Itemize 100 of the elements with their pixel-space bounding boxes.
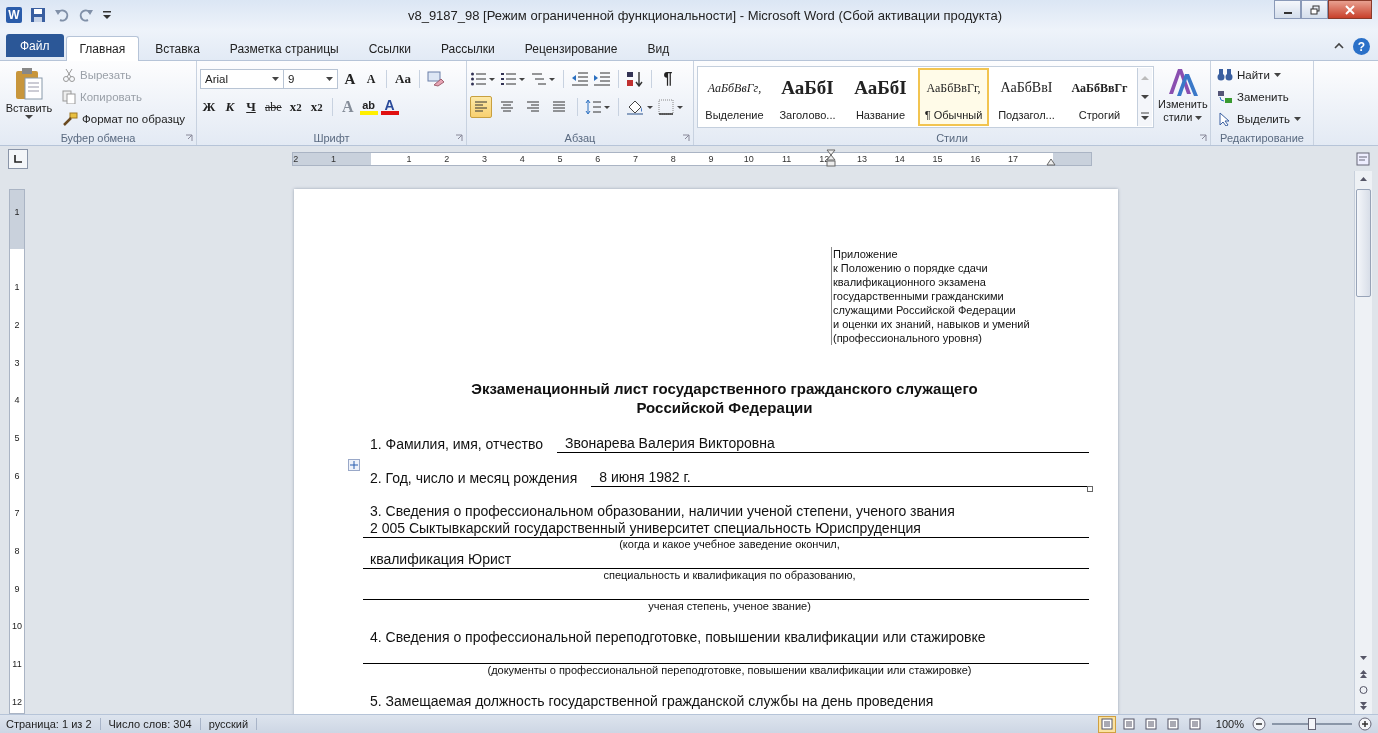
grow-font-button[interactable]: A — [341, 69, 359, 89]
format-button[interactable]: Ж — [200, 97, 218, 117]
document-title: Российской Федерации — [636, 398, 813, 417]
dialog-launcher-icon[interactable] — [1199, 134, 1207, 142]
ruler-number: 2 — [13, 318, 21, 332]
header-line: к Положению о порядке сдачи — [833, 261, 989, 275]
ribbon-tab[interactable]: Вставка — [141, 36, 214, 61]
zoom-slider-thumb[interactable] — [1308, 718, 1316, 730]
fill-in-line: квалификация Юрист — [363, 551, 1089, 569]
style-item[interactable]: АаБбІ Название — [845, 68, 916, 126]
replace-button[interactable]: Заменить — [1214, 87, 1310, 107]
ribbon-tab[interactable]: Ссылки — [354, 36, 425, 61]
style-item[interactable]: АаБбВвІ Подзагол... — [991, 68, 1062, 126]
field-label: 1. Фамилия, имя, отчество — [370, 436, 544, 453]
ribbon-tab[interactable]: Рецензирование — [510, 36, 632, 61]
ruler-number: 14 — [893, 152, 906, 165]
header-line: (профессионального уровня) — [833, 331, 983, 345]
minimize-button[interactable] — [1274, 0, 1301, 19]
align-left-button[interactable] — [470, 96, 492, 118]
style-item[interactable]: АаБбІ Заголово... — [772, 68, 843, 126]
undo-icon[interactable] — [54, 7, 70, 23]
font-color-button[interactable]: A — [380, 99, 399, 115]
ruler-number: 9 — [707, 152, 715, 165]
change-styles-button[interactable]: Изменить стили — [1158, 66, 1208, 124]
find-button[interactable]: Найти — [1214, 65, 1310, 85]
zoom-level[interactable]: 100% — [1215, 718, 1244, 730]
borders-icon[interactable] — [658, 99, 684, 115]
caret-icon — [272, 77, 279, 81]
ruler-number: 10 — [742, 152, 755, 165]
dialog-launcher-icon[interactable] — [682, 134, 690, 142]
ruler-number: 15 — [931, 152, 944, 165]
ribbon-tab[interactable]: Разметка страницы — [215, 36, 353, 61]
ruler-toggle-icon[interactable] — [1356, 152, 1370, 166]
ruler-number: 8 — [669, 152, 677, 165]
alignment-icon — [500, 101, 514, 113]
zoom-slider[interactable] — [1272, 718, 1352, 730]
shrink-font-button[interactable]: A — [362, 69, 380, 89]
dialog-launcher-icon[interactable] — [185, 134, 193, 142]
ruler-number: 9 — [13, 582, 21, 596]
view-glyph-icon — [1122, 718, 1135, 730]
font-name-field[interactable]: Arial — [200, 69, 284, 89]
ruler-number: 5 — [556, 152, 564, 165]
zoom-out-icon[interactable] — [1252, 717, 1266, 731]
close-button[interactable] — [1328, 0, 1372, 19]
decrease-indent-icon[interactable] — [571, 71, 589, 87]
vertical-scrollbar[interactable] — [1354, 171, 1372, 714]
dialog-launcher-icon[interactable] — [455, 134, 463, 142]
line-spacing-icon[interactable] — [585, 99, 611, 115]
help-button[interactable]: ? — [1353, 38, 1370, 55]
increase-indent-icon[interactable] — [593, 71, 611, 87]
ruler-number: 11 — [11, 658, 23, 672]
format-button[interactable]: abe — [263, 97, 284, 117]
language-indicator[interactable]: русский — [208, 718, 258, 730]
table-move-handle-icon[interactable] — [348, 459, 360, 471]
page-count[interactable]: Страница: 1 из 2 — [6, 718, 101, 730]
sort-icon[interactable] — [626, 71, 644, 87]
change-case-button[interactable]: Aa — [393, 69, 413, 89]
right-indent-icon[interactable] — [1046, 157, 1056, 166]
highlight-button[interactable]: ab — [359, 99, 378, 115]
select-button[interactable]: Выделить — [1214, 109, 1310, 129]
font-size-field[interactable]: 9 — [283, 69, 338, 89]
format-button[interactable]: К — [221, 97, 239, 117]
style-item[interactable]: АаБбВвГг, Выделение — [699, 68, 770, 126]
ribbon-tab[interactable]: Главная — [65, 36, 140, 61]
clear-formatting-icon[interactable] — [425, 71, 444, 87]
painter-button[interactable]: Формат по образцу — [59, 109, 189, 129]
print-layout-icon[interactable] — [1097, 715, 1116, 733]
ruler-number: 7 — [13, 507, 21, 521]
style-item[interactable]: АаБбВвГг, ¶ Обычный — [918, 68, 989, 126]
bullets-icon[interactable] — [470, 71, 496, 87]
zoom-in-icon[interactable] — [1358, 717, 1372, 731]
ribbon-tab[interactable]: Вид — [633, 36, 684, 61]
table-resize-handle-icon[interactable] — [1087, 486, 1093, 492]
view-glyph-icon — [1100, 718, 1113, 730]
numbering-icon[interactable] — [500, 71, 526, 87]
ruler-number: 6 — [594, 152, 602, 165]
ruler-number: 12 — [11, 695, 23, 709]
header-line: квалификационного экзамена — [833, 275, 987, 289]
restore-button[interactable] — [1301, 0, 1328, 19]
redo-icon[interactable] — [78, 7, 94, 23]
caret-icon — [1294, 117, 1302, 121]
copy-icon — [62, 90, 76, 104]
format-button[interactable]: Ч — [242, 97, 260, 117]
show-marks-button[interactable]: ¶ — [659, 69, 677, 89]
multilevel-list-icon[interactable] — [530, 71, 556, 87]
file-tab[interactable]: Файл — [6, 34, 64, 57]
clipboard-icon — [14, 67, 44, 101]
ribbon-tab[interactable]: Рассылки — [426, 36, 509, 61]
fill-in-line: 8 июня 1982 г. — [591, 469, 1089, 487]
save-icon[interactable] — [30, 7, 46, 23]
group-label: Абзац — [564, 131, 596, 144]
tab-stop-icon[interactable] — [8, 148, 28, 169]
paste-button[interactable]: Вставить — [3, 65, 55, 130]
shading-icon[interactable] — [626, 99, 654, 115]
word-logo[interactable]: W — [6, 7, 22, 23]
view-glyph-icon — [1188, 718, 1201, 730]
field-label: 5. Замещаемая должность государственной гражданской службы на день проведения — [370, 693, 935, 710]
word-count[interactable]: Число слов: 304 — [108, 718, 201, 730]
style-item[interactable]: АаБбВвГг Строгий — [1064, 68, 1135, 126]
scroll-thumb[interactable] — [1356, 189, 1371, 297]
